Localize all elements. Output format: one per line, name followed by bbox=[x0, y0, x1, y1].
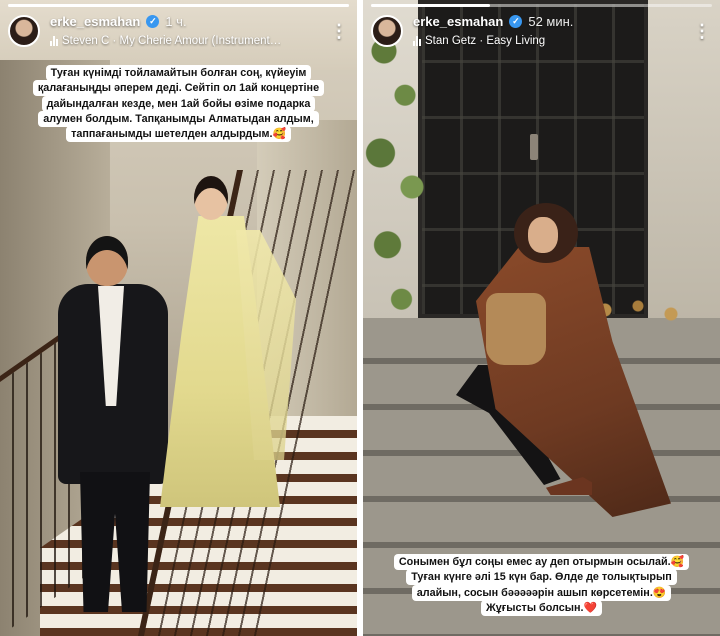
music-attribution[interactable]: Steven C · My Cherie Amour (Instrument… bbox=[50, 32, 329, 50]
story-photo-stone-steps bbox=[363, 0, 720, 636]
story-header: erke_esmahan ✓ 1 ч. Steven C · My Cherie… bbox=[8, 10, 349, 52]
woman-in-brown-coat bbox=[456, 195, 671, 520]
verified-badge-icon: ✓ bbox=[509, 14, 523, 28]
post-time: 52 мин. bbox=[528, 13, 574, 29]
story-progress-bar bbox=[8, 4, 349, 7]
story-caption: Туған күнімді тойламайтын болған соң, кү… bbox=[0, 65, 357, 143]
story-progress-bar bbox=[371, 4, 712, 7]
caption-line: қалағаныңды әперем деді. Сейтіп ол 1ай к… bbox=[32, 80, 325, 97]
caption-line: таппағанымды шетелден алдырдым.🥰 bbox=[66, 126, 291, 143]
handbag bbox=[486, 293, 546, 365]
story-caption: Сонымен бұл соңы емес ау деп отырмын осы… bbox=[363, 554, 720, 616]
avatar[interactable] bbox=[371, 15, 403, 47]
caption-line: Туған күнімді тойламайтын болған соң, кү… bbox=[45, 65, 312, 81]
story-progress-fill bbox=[371, 4, 491, 7]
username[interactable]: erke_esmahan bbox=[413, 14, 503, 29]
music-track: Stan Getz · Easy Living bbox=[425, 35, 546, 47]
story-panel-left[interactable]: erke_esmahan ✓ 1 ч. Steven C · My Cherie… bbox=[0, 0, 357, 636]
username[interactable]: erke_esmahan bbox=[50, 14, 140, 29]
avatar[interactable] bbox=[8, 15, 40, 47]
more-vertical-icon[interactable]: ⋮ bbox=[329, 17, 349, 45]
caption-line: алумен болдым. Тапқанымды Алматыдан алды… bbox=[38, 110, 319, 127]
story-header: erke_esmahan ✓ 52 мин. Stan Getz · Easy … bbox=[371, 10, 712, 52]
music-track: Steven C · My Cherie Amour (Instrument… bbox=[62, 35, 282, 47]
verified-badge-icon: ✓ bbox=[146, 14, 160, 28]
music-bars-icon bbox=[413, 36, 421, 46]
story-panel-right[interactable]: erke_esmahan ✓ 52 мин. Stan Getz · Easy … bbox=[363, 0, 720, 636]
caption-line: алайын, сосын бәәәәәрін ашып көрсетемін.… bbox=[411, 584, 672, 601]
story-progress-fill bbox=[8, 4, 349, 7]
post-time: 1 ч. bbox=[165, 13, 187, 29]
music-bars-icon bbox=[50, 36, 58, 46]
caption-line: дайындалған кезде, мен 1ай бойы өзіме по… bbox=[41, 95, 316, 112]
man-in-suit bbox=[58, 232, 168, 612]
music-attribution[interactable]: Stan Getz · Easy Living bbox=[413, 32, 692, 50]
caption-line: Туған күнге әлі 15 күн бар. Өлде де толы… bbox=[406, 569, 677, 586]
more-vertical-icon[interactable]: ⋮ bbox=[692, 17, 712, 45]
woman-in-yellow-dress bbox=[160, 172, 300, 507]
caption-line: Жұғысты болсын.❤️ bbox=[481, 599, 602, 616]
caption-line: Сонымен бұл соңы емес ау деп отырмын осы… bbox=[393, 554, 690, 570]
